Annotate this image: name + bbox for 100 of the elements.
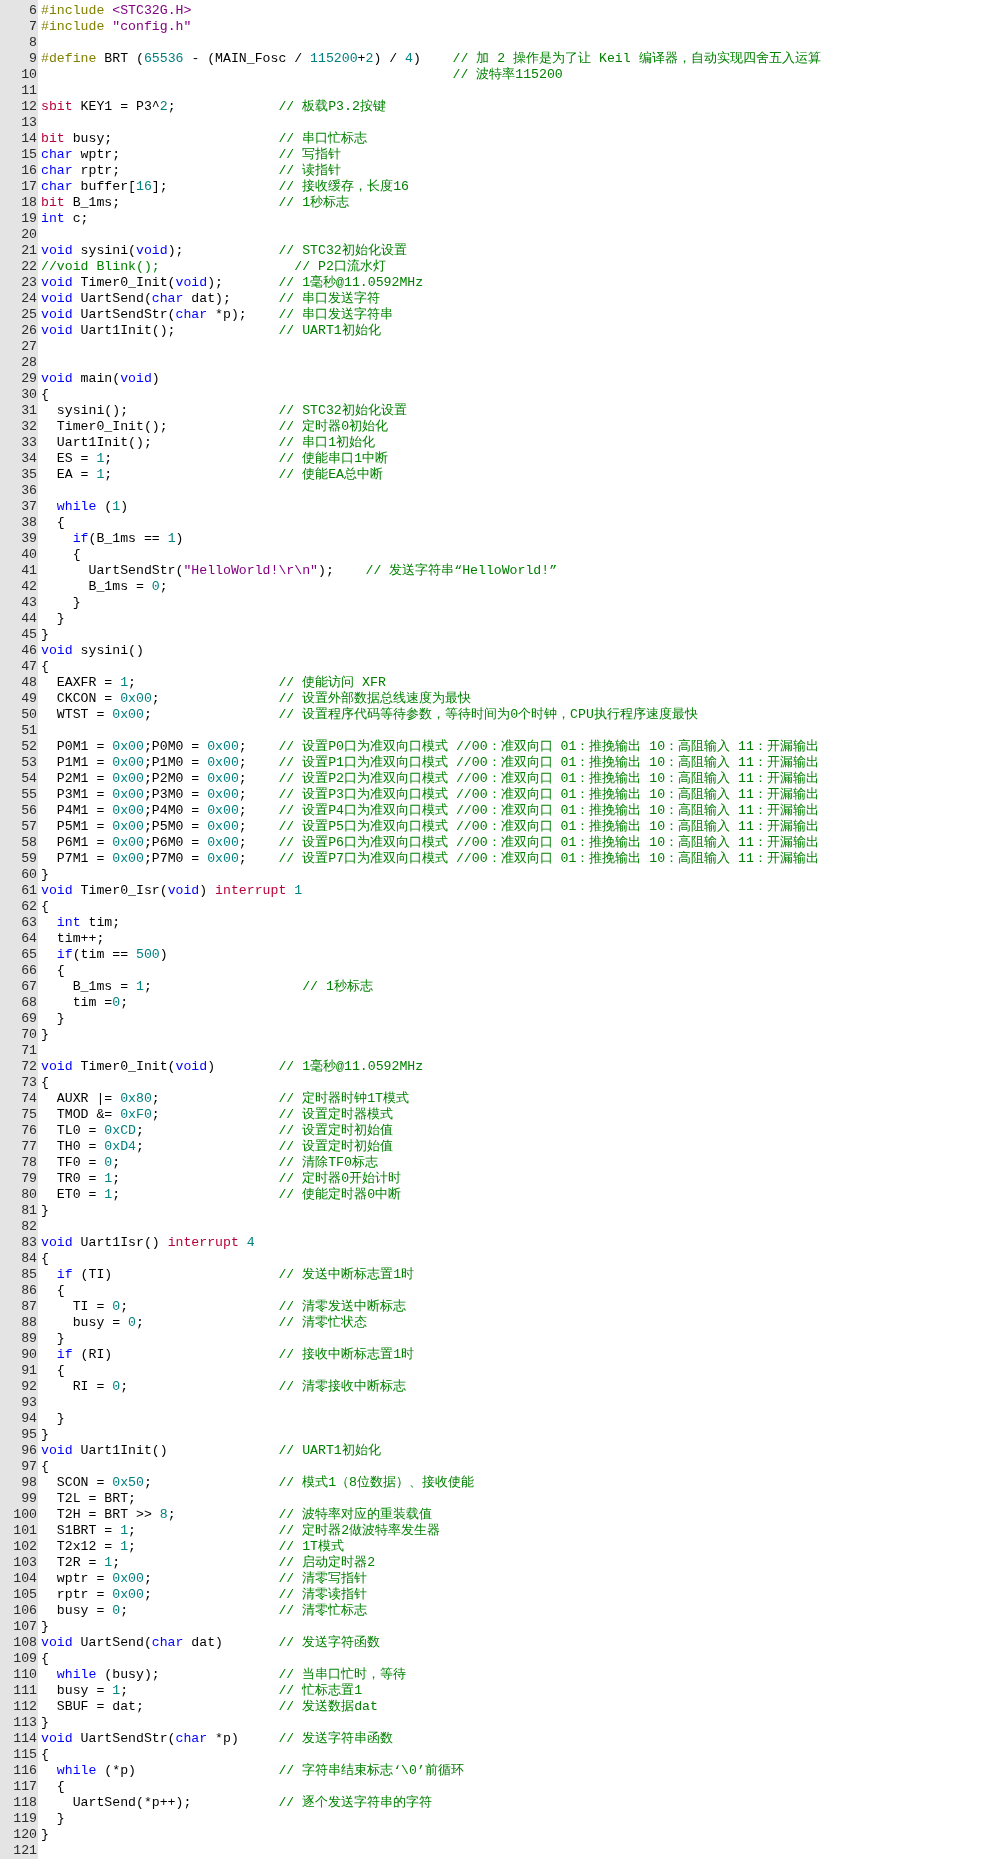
- code-line: {: [41, 659, 49, 675]
- line-number: 51: [21, 723, 38, 739]
- code-line: {: [41, 1251, 49, 1267]
- code-line: }: [41, 1027, 49, 1043]
- code-line: void Timer0_Init(void) // 1毫秒@11.0592MHz: [41, 1059, 424, 1075]
- code-line: {: [41, 1747, 49, 1763]
- line-number: 29: [21, 371, 38, 387]
- line-number: 114: [13, 1731, 38, 1747]
- line-number: 52: [21, 739, 38, 755]
- line-number: 42: [21, 579, 38, 595]
- line-number: 101: [13, 1523, 38, 1539]
- line-number: 99: [21, 1491, 38, 1507]
- line-number: 115: [13, 1747, 38, 1763]
- line-number: 108: [13, 1635, 38, 1651]
- line-number: 16: [21, 163, 38, 179]
- line-number: 40: [21, 547, 38, 563]
- line-number: 82: [21, 1219, 38, 1235]
- code-line: UartSend(*p++); // 逐个发送字符串的字符: [71, 1795, 433, 1811]
- line-number: 90: [21, 1347, 38, 1363]
- line-number: 97: [21, 1459, 38, 1475]
- line-number: 92: [21, 1379, 38, 1395]
- line-number: 19: [21, 211, 38, 227]
- line-number: 47: [21, 659, 38, 675]
- line-number: 71: [21, 1043, 38, 1059]
- line-number: 11: [21, 83, 38, 99]
- line-number: 22: [21, 259, 38, 275]
- code-line: WTST = 0x00; // 设置程序代码等待参数，等待时间为0个时钟，CPU执行程序速度最快: [55, 707, 698, 723]
- code-line: P1M1 = 0x00;P1M0 = 0x00; // 设置P1口为准双向口模式 //00：准双向口 01：推挽输出 10：高阻输入 11：开漏输出: [55, 755, 819, 771]
- line-number: 100: [13, 1507, 38, 1523]
- line-number: 41: [21, 563, 38, 579]
- code-line: void Uart1Isr() interrupt 4: [41, 1235, 255, 1251]
- line-number: 106: [13, 1603, 38, 1619]
- line-number: 104: [13, 1571, 38, 1587]
- code-line: void Timer0_Isr(void) interrupt 1: [41, 883, 303, 899]
- code-line: EAXFR = 1; // 使能访问 XFR: [55, 675, 386, 691]
- line-number: 95: [21, 1427, 38, 1443]
- code-line: {: [55, 515, 65, 531]
- code-line: void sysini(): [41, 643, 144, 659]
- line-number: 120: [13, 1827, 38, 1843]
- line-number: 83: [21, 1235, 38, 1251]
- code-line: {: [55, 1779, 65, 1795]
- code-line: TMOD &= 0xF0; // 设置定时器模式: [55, 1107, 394, 1123]
- code-line: }: [71, 595, 81, 611]
- line-number: 105: [13, 1587, 38, 1603]
- line-number: 55: [21, 787, 38, 803]
- line-number: 54: [21, 771, 38, 787]
- code-line: P7M1 = 0x00;P7M0 = 0x00; // 设置P7口为准双向口模式 //00：准双向口 01：推挽输出 10：高阻输入 11：开漏输出: [55, 851, 819, 867]
- line-number: 26: [21, 323, 38, 339]
- code-line: sbit KEY1 = P3^2; // 板载P3.2按键: [41, 99, 386, 115]
- code-line: T2R = 1; // 启动定时器2: [55, 1555, 376, 1571]
- code-line: tim++;: [55, 931, 105, 947]
- code-line: }: [55, 611, 65, 627]
- line-number: 93: [21, 1395, 38, 1411]
- line-number: 46: [21, 643, 38, 659]
- code-line: }: [41, 1715, 49, 1731]
- line-number: 53: [21, 755, 38, 771]
- code-line: CKCON = 0x00; // 设置外部数据总线速度为最快: [55, 691, 472, 707]
- line-number: 91: [21, 1363, 38, 1379]
- code-line: char wptr; // 写指针: [41, 147, 342, 163]
- line-number: 109: [13, 1651, 38, 1667]
- line-number: 20: [21, 227, 38, 243]
- line-number: 89: [21, 1331, 38, 1347]
- code-line: }: [41, 867, 49, 883]
- code-line: if(B_1ms == 1): [71, 531, 184, 547]
- code-line: while (busy); // 当串口忙时，等待: [55, 1667, 407, 1683]
- code-line: while (1): [55, 499, 129, 515]
- line-number: 49: [21, 691, 38, 707]
- line-number: 72: [21, 1059, 38, 1075]
- code-line: P6M1 = 0x00;P6M0 = 0x00; // 设置P6口为准双向口模式 //00：准双向口 01：推挽输出 10：高阻输入 11：开漏输出: [55, 835, 819, 851]
- line-number: 86: [21, 1283, 38, 1299]
- code-line: char rptr; // 读指针: [41, 163, 342, 179]
- line-number: 36: [21, 483, 38, 499]
- code-line: }: [41, 1427, 49, 1443]
- line-number: 116: [13, 1763, 38, 1779]
- code-line: SBUF = dat; // 发送数据dat: [55, 1699, 378, 1715]
- code-line: P3M1 = 0x00;P3M0 = 0x00; // 设置P3口为准双向口模式 //00：准双向口 01：推挽输出 10：高阻输入 11：开漏输出: [55, 787, 819, 803]
- line-number: 73: [21, 1075, 38, 1091]
- code-line: }: [41, 627, 49, 643]
- code-line: AUXR |= 0x80; // 定时器时钟1T模式: [55, 1091, 409, 1107]
- line-number: 118: [13, 1795, 38, 1811]
- code-line: void UartSend(char dat); // 串口发送字符: [41, 291, 381, 307]
- line-number: 28: [21, 355, 38, 371]
- code-line: if(tim == 500): [55, 947, 168, 963]
- code-line: P5M1 = 0x00;P5M0 = 0x00; // 设置P5口为准双向口模式 //00：准双向口 01：推挽输出 10：高阻输入 11：开漏输出: [55, 819, 819, 835]
- code-line: {: [41, 1459, 49, 1475]
- line-number: 80: [21, 1187, 38, 1203]
- line-number: 119: [13, 1811, 38, 1827]
- code-line: #include "config.h": [41, 19, 192, 35]
- code-line: Uart1Init(); // 串口1初始化: [55, 435, 376, 451]
- code-line: P2M1 = 0x00;P2M0 = 0x00; // 设置P2口为准双向口模式 //00：准双向口 01：推挽输出 10：高阻输入 11：开漏输出: [55, 771, 819, 787]
- code-line: SCON = 0x50; // 模式1（8位数据）、接收使能: [55, 1475, 474, 1491]
- code-line: void main(void): [41, 371, 160, 387]
- code-line: TI = 0; // 清零发送中断标志: [71, 1299, 407, 1315]
- line-number: 58: [21, 835, 38, 851]
- line-number: 61: [21, 883, 38, 899]
- code-line: }: [41, 1827, 49, 1843]
- line-number: 67: [21, 979, 38, 995]
- line-number: 87: [21, 1299, 38, 1315]
- line-number: 6: [29, 3, 38, 19]
- line-number: 27: [21, 339, 38, 355]
